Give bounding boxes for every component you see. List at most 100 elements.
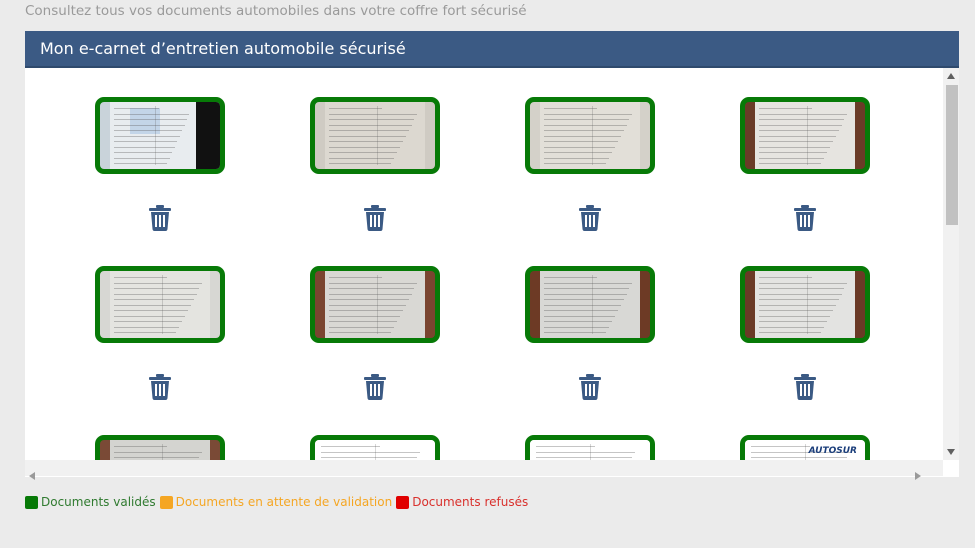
document-text-line <box>329 304 406 306</box>
document-thumbnail[interactable] <box>95 435 225 460</box>
trash-icon[interactable] <box>794 374 816 400</box>
document-text-line <box>759 282 848 284</box>
document-column-divider <box>590 444 591 460</box>
document-column-divider <box>377 106 378 165</box>
document-text-line <box>544 315 616 317</box>
document-text-line <box>114 146 175 148</box>
document-text-line <box>321 446 381 447</box>
document-text-line <box>321 451 421 453</box>
document-column-divider <box>805 444 806 460</box>
document-thumbnail[interactable] <box>740 97 870 174</box>
trash-icon[interactable] <box>364 374 386 400</box>
trash-icon[interactable] <box>364 205 386 231</box>
document-text-line <box>114 135 180 137</box>
document-item <box>95 266 225 400</box>
document-thumbnail[interactable] <box>525 435 655 460</box>
vertical-scrollbar[interactable] <box>943 68 959 460</box>
document-text-line <box>329 310 403 311</box>
document-thumbnail[interactable] <box>95 97 225 174</box>
document-text-line <box>544 299 624 300</box>
trash-icon[interactable] <box>579 205 601 231</box>
document-text-line <box>536 457 633 458</box>
document-text-line <box>329 293 412 295</box>
legend-label: Documents validés <box>41 495 156 509</box>
document-text-line <box>329 326 395 328</box>
document-text-line <box>536 451 636 453</box>
legend-color-swatch <box>396 495 410 509</box>
document-text-line <box>759 304 836 306</box>
document-text-line <box>114 299 194 300</box>
document-text-line <box>544 282 633 284</box>
arrow-down-icon[interactable] <box>943 444 959 460</box>
document-text-line <box>114 304 191 306</box>
document-text-line <box>759 146 831 148</box>
documents-grid: AUTOSUR <box>25 68 943 460</box>
document-text-line <box>544 332 607 333</box>
document-text-line <box>544 304 621 306</box>
legend-label: Documents en attente de validation <box>175 495 393 509</box>
document-text-line <box>759 326 825 328</box>
trash-icon[interactable] <box>149 374 171 400</box>
document-item <box>525 435 655 460</box>
document-text-line <box>329 113 418 115</box>
document-text-line <box>114 321 183 322</box>
document-text-line <box>329 277 382 278</box>
document-text-line <box>759 315 831 317</box>
document-thumbnail[interactable] <box>310 97 440 174</box>
document-text-line <box>759 299 839 300</box>
document-item <box>525 97 655 231</box>
document-thumbnail[interactable] <box>310 266 440 343</box>
document-item: AUTOSUR <box>740 435 870 460</box>
vertical-scroll-thumb[interactable] <box>946 85 958 225</box>
document-column-divider <box>155 106 156 165</box>
document-item <box>310 97 440 231</box>
document-text-line <box>544 113 633 115</box>
legend-label: Documents refusés <box>412 495 529 509</box>
document-thumbnail[interactable] <box>95 266 225 343</box>
documents-panel: Mon e-carnet d’entretien automobile sécu… <box>25 31 959 480</box>
document-text-line <box>759 124 842 126</box>
document-text-line <box>329 152 398 153</box>
horizontal-scrollbar[interactable] <box>25 460 943 480</box>
trash-icon[interactable] <box>149 205 171 231</box>
document-text-line <box>544 130 624 131</box>
document-text-line <box>114 288 200 289</box>
document-text-line <box>321 457 418 458</box>
document-text-line <box>759 152 828 153</box>
document-text-line <box>759 293 842 295</box>
document-text-line <box>751 457 848 458</box>
arrow-up-icon[interactable] <box>943 68 959 84</box>
arrow-left-icon[interactable] <box>29 465 35 484</box>
legend-item: Documents validés <box>25 495 156 509</box>
document-dark-area <box>196 102 220 169</box>
document-text-line <box>759 157 825 159</box>
document-text-line <box>751 446 811 447</box>
document-thumbnail[interactable] <box>525 97 655 174</box>
document-thumbnail[interactable] <box>310 435 440 460</box>
document-column-divider <box>377 275 378 334</box>
document-text-line <box>329 119 415 120</box>
document-text-line <box>329 332 392 333</box>
document-column-divider <box>592 275 593 334</box>
document-text-line <box>114 152 173 153</box>
document-text-line <box>114 310 188 311</box>
document-column-divider <box>375 444 376 460</box>
panel-title: Mon e-carnet d’entretien automobile sécu… <box>25 31 959 68</box>
arrow-right-icon[interactable] <box>915 465 921 484</box>
document-text-line <box>114 326 180 328</box>
document-text-line <box>544 119 630 120</box>
document-text-line <box>329 163 392 164</box>
document-text-line <box>114 124 185 126</box>
trash-icon[interactable] <box>579 374 601 400</box>
document-text-line <box>329 288 415 289</box>
document-thumbnail[interactable] <box>740 266 870 343</box>
document-text-line <box>544 288 630 289</box>
document-thumbnail[interactable]: AUTOSUR <box>740 435 870 460</box>
trash-icon[interactable] <box>794 205 816 231</box>
document-item <box>310 435 440 460</box>
document-text-line <box>544 326 610 328</box>
status-legend: Documents validés Documents en attente de… <box>25 495 532 509</box>
document-text-line <box>114 113 190 115</box>
document-thumbnail[interactable] <box>525 266 655 343</box>
document-text-line <box>114 315 186 317</box>
